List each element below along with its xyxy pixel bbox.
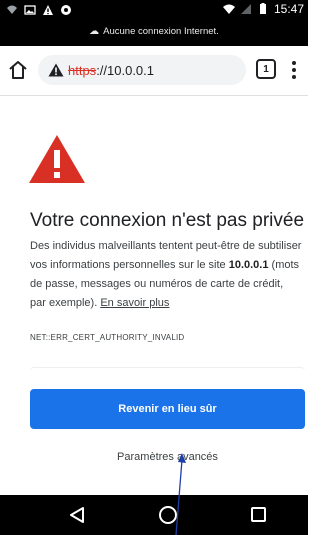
wifi-icon xyxy=(222,4,235,14)
error-code: NET::ERR_CERT_AUTHORITY_INVALID xyxy=(30,333,185,342)
tab-switcher-button[interactable]: 1 xyxy=(256,59,276,79)
page-title: Votre connexion n'est pas privée xyxy=(30,210,305,231)
chrome-icon xyxy=(61,5,71,15)
triangle-back-icon[interactable] xyxy=(68,506,86,524)
navigation-bar xyxy=(0,495,308,535)
screen-edge xyxy=(308,0,321,535)
url-text[interactable]: https://10.0.0.1 xyxy=(68,63,154,78)
url-host: ://10.0.0.1 xyxy=(96,62,155,78)
url-bar[interactable]: https://10.0.0.1 xyxy=(38,55,246,85)
learn-more-link[interactable]: En savoir plus xyxy=(100,297,169,309)
back-to-safety-button[interactable]: Revenir en lieu sûr xyxy=(30,389,305,429)
phone-screen: 15:47 ☁ Aucune connexion Internet. https:… xyxy=(0,0,321,535)
square-recents-icon[interactable] xyxy=(251,507,266,522)
network-status-text: Aucune connexion Internet. xyxy=(103,26,219,37)
battery-icon xyxy=(259,3,266,14)
no-sim-icon xyxy=(240,4,251,14)
warning-description: Des individus malveillants tentent peut-… xyxy=(30,237,302,313)
more-vert-icon[interactable] xyxy=(287,58,301,82)
alert-icon xyxy=(43,5,53,15)
wifi-off-icon xyxy=(7,5,17,14)
home-icon[interactable] xyxy=(6,58,30,82)
interstitial-page: Votre connexion n'est pas privée Des ind… xyxy=(0,97,308,495)
clock: 15:47 xyxy=(273,2,304,16)
warning-triangle-icon xyxy=(29,135,85,183)
not-secure-warning-icon[interactable] xyxy=(48,63,64,77)
cloud-off-icon: ☁ xyxy=(89,26,100,37)
browser-toolbar: https://10.0.0.1 1 xyxy=(0,46,308,96)
url-scheme: https xyxy=(68,62,97,78)
status-bar: 15:47 ☁ Aucune connexion Internet. xyxy=(0,0,308,46)
annotation-arrow-icon xyxy=(175,453,186,535)
notification-icons xyxy=(6,4,72,16)
network-status-banner: ☁ Aucune connexion Internet. xyxy=(0,26,308,37)
image-icon xyxy=(24,5,36,15)
system-status: 15:47 xyxy=(222,2,304,16)
divider xyxy=(30,367,305,387)
description-host: 10.0.0.1 xyxy=(228,259,269,271)
